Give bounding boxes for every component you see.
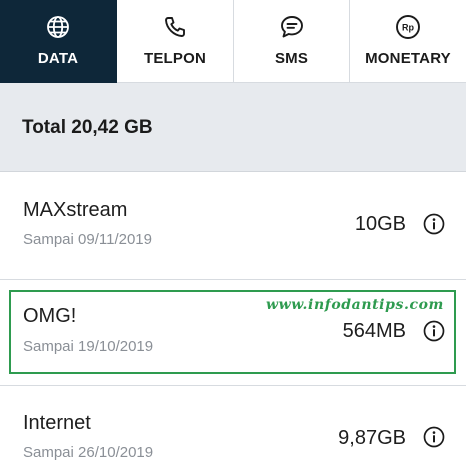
package-expiry: Sampai 09/11/2019 — [23, 231, 152, 248]
info-icon[interactable] — [423, 213, 445, 235]
info-icon[interactable] — [423, 426, 445, 448]
total-quota-text: Total 20,42 GB — [22, 117, 153, 138]
info-icon[interactable] — [423, 320, 445, 342]
package-amount: 9,87GB — [338, 427, 406, 449]
package-amount: 10GB — [354, 213, 406, 235]
watermark-text: www.infodantips.com — [266, 297, 444, 313]
package-row-maxstream[interactable]: MAXstream Sampai 09/11/2019 10GB — [0, 172, 466, 280]
tab-telpon[interactable]: TELPON — [117, 0, 234, 83]
tab-label: TELPON — [143, 50, 207, 67]
tab-data[interactable]: DATA — [0, 0, 117, 94]
package-expiry: Sampai 19/10/2019 — [23, 338, 154, 355]
tab-label: SMS — [274, 50, 309, 67]
svg-text:Rp: Rp — [402, 23, 414, 33]
tab-monetary[interactable]: Rp MONETARY — [350, 0, 466, 83]
package-expiry: Sampai 26/10/2019 — [23, 444, 154, 461]
package-amount: 564MB — [342, 320, 406, 342]
globe-icon — [45, 14, 71, 40]
tab-bar: DATA TELPON SMS Rp MONETARY — [0, 0, 466, 94]
package-row-internet[interactable]: Internet Sampai 26/10/2019 9,87GB — [0, 387, 466, 463]
tab-label: DATA — [37, 50, 79, 67]
package-name: Internet — [23, 412, 91, 434]
total-quota-bar: Total 20,42 GB — [0, 83, 466, 172]
package-name: MAXstream — [23, 199, 128, 221]
tab-sms[interactable]: SMS — [234, 0, 350, 83]
package-name: OMG! — [23, 305, 77, 327]
chat-bubble-icon — [279, 14, 305, 40]
tab-label: MONETARY — [365, 50, 451, 67]
rupiah-coin-icon: Rp — [395, 14, 421, 40]
phone-icon — [162, 14, 188, 40]
